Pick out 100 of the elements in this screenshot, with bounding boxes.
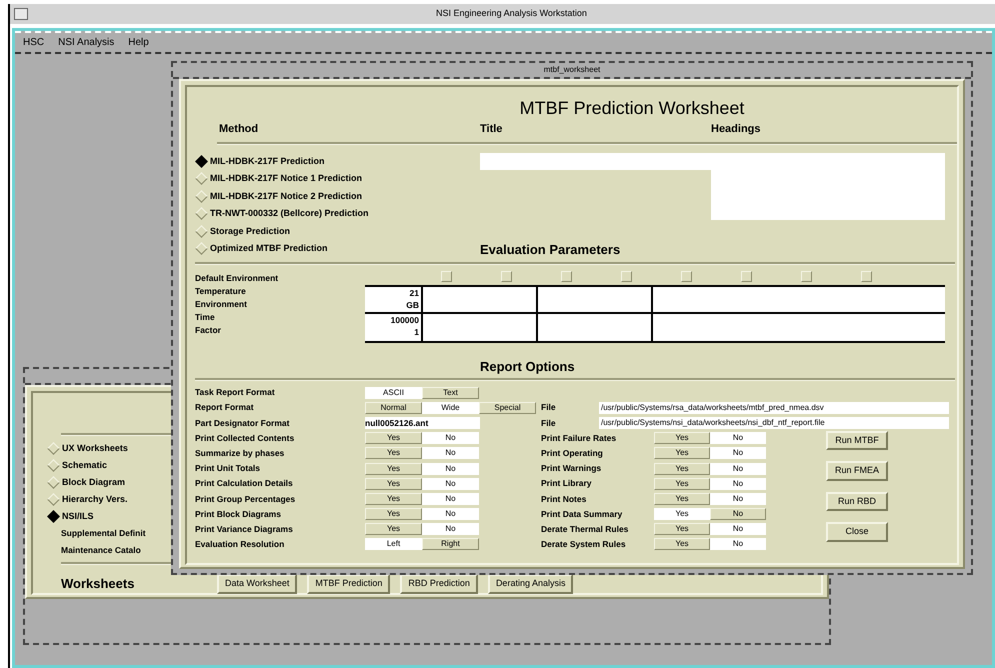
toggle-button[interactable]: Yes bbox=[365, 508, 422, 520]
checkbox[interactable] bbox=[561, 271, 572, 282]
parameter-label: Time bbox=[195, 311, 216, 324]
radio-label: Block Diagram bbox=[62, 476, 126, 489]
checkbox[interactable] bbox=[741, 271, 752, 282]
worksheet-button[interactable]: RBD Prediction bbox=[400, 574, 478, 594]
section-title: Report Options bbox=[480, 359, 576, 375]
option-label: Print Failure Rates bbox=[541, 432, 618, 445]
action-button[interactable]: Run FMEA bbox=[826, 461, 888, 481]
menu-item[interactable]: Help bbox=[128, 35, 149, 50]
parameter-value: 21 bbox=[408, 287, 419, 299]
radio-label: Hierarchy Vers. bbox=[62, 492, 128, 506]
checkbox[interactable] bbox=[621, 271, 632, 282]
worksheet-heading: MTBF Prediction Worksheet bbox=[518, 97, 746, 119]
toggle-button[interactable]: No bbox=[422, 462, 479, 475]
toggle-button[interactable]: Yes bbox=[654, 478, 710, 490]
note-text: Maintenance Catalo bbox=[61, 544, 141, 557]
toggle-button[interactable]: No bbox=[422, 447, 479, 460]
option-label: Print Warnings bbox=[541, 462, 602, 475]
radio-label: MIL-HDBK-217F Notice 1 Prediction bbox=[210, 172, 362, 185]
file-path-field[interactable]: /usr/public/Systems/nsi_data/worksheets/nsi_dbf_ntf_report.file bbox=[599, 416, 949, 429]
column-label: Method bbox=[218, 122, 260, 137]
option-label: Print Data Summary bbox=[541, 508, 624, 520]
parameter-value: 1 bbox=[413, 326, 419, 338]
toggle-button[interactable]: Yes bbox=[654, 447, 710, 460]
toggle-button[interactable]: No bbox=[710, 478, 766, 490]
toggle-button[interactable]: Yes bbox=[654, 432, 710, 444]
radio-label: UX Worksheets bbox=[62, 442, 128, 455]
title-field[interactable] bbox=[480, 152, 945, 170]
toggle-button[interactable]: Yes bbox=[365, 492, 422, 505]
file-path-field[interactable]: /usr/public/Systems/rsa_data/worksheets/mtbf_pred_nmea.dsv bbox=[599, 402, 949, 414]
toggle-button[interactable]: No bbox=[422, 432, 479, 444]
toggle-button[interactable]: Text bbox=[422, 386, 479, 399]
toggle-button[interactable]: ASCII bbox=[365, 386, 422, 399]
radio-label: MIL-HDBK-217F Notice 2 Prediction bbox=[210, 190, 362, 202]
toggle-button[interactable]: Normal bbox=[365, 402, 422, 414]
toggle-button[interactable]: Left bbox=[365, 538, 422, 550]
toggle-button[interactable]: No bbox=[422, 523, 479, 536]
toggle-button[interactable]: Yes bbox=[365, 523, 422, 536]
option-label: Evaluation Resolution bbox=[195, 538, 286, 551]
toggle-button[interactable]: Special bbox=[479, 402, 536, 414]
toggle-button[interactable]: Yes bbox=[654, 523, 710, 536]
toggle-button[interactable]: Yes bbox=[365, 478, 422, 490]
toggle-button[interactable]: No bbox=[422, 478, 479, 490]
option-label: Derate System Rules bbox=[541, 538, 627, 551]
toggle-button[interactable]: Yes bbox=[654, 462, 710, 475]
option-label: Task Report Format bbox=[195, 386, 276, 399]
menu-item[interactable]: HSC bbox=[23, 35, 44, 50]
toggle-button[interactable]: No bbox=[710, 492, 766, 505]
checkbox[interactable] bbox=[441, 271, 452, 282]
toggle-button[interactable]: No bbox=[710, 523, 766, 536]
worksheet-button[interactable]: Derating Analysis bbox=[488, 574, 574, 594]
checkbox[interactable] bbox=[681, 271, 692, 282]
checkbox[interactable] bbox=[801, 271, 812, 282]
toggle-button[interactable]: Yes bbox=[654, 508, 710, 520]
toggle-button[interactable]: Right bbox=[422, 538, 479, 550]
toggle-button[interactable]: Yes bbox=[365, 447, 422, 460]
radio-label: MIL-HDBK-217F Prediction bbox=[210, 154, 325, 168]
radio-label: Optimized MTBF Prediction bbox=[210, 242, 328, 255]
option-label: Print Calculation Details bbox=[195, 477, 294, 490]
toggle-button[interactable]: Wide bbox=[422, 402, 479, 414]
toggle-button[interactable]: No bbox=[710, 508, 766, 520]
option-label: Print Group Percentages bbox=[195, 492, 296, 506]
toggle-button[interactable]: No bbox=[710, 538, 766, 550]
option-label: Print Block Diagrams bbox=[195, 508, 282, 520]
toggle-button[interactable]: Yes bbox=[654, 492, 710, 505]
action-button[interactable]: Close bbox=[826, 522, 888, 542]
parameter-label: Environment bbox=[195, 298, 248, 311]
note-text: Supplemental Definit bbox=[61, 527, 146, 540]
radio-button[interactable] bbox=[47, 510, 60, 523]
radio-button[interactable] bbox=[195, 154, 208, 168]
action-button[interactable]: Run MTBF bbox=[826, 430, 888, 450]
radio-label: NSI/ILS bbox=[62, 510, 94, 523]
toggle-button[interactable]: No bbox=[710, 432, 766, 444]
option-label: Print Variance Diagrams bbox=[195, 522, 294, 536]
radio-label: Storage Prediction bbox=[210, 224, 290, 238]
worksheet-button[interactable]: Data Worksheet bbox=[217, 574, 298, 594]
toggle-button[interactable]: No bbox=[710, 447, 766, 460]
action-button[interactable]: Run RBD bbox=[826, 492, 888, 512]
toggle-button[interactable]: No bbox=[710, 462, 766, 475]
toggle-button[interactable]: No bbox=[422, 492, 479, 505]
window-title: NSI Engineering Analysis Workstation bbox=[435, 7, 588, 20]
toggle-button[interactable]: No bbox=[422, 508, 479, 520]
toggle-button[interactable]: Yes bbox=[365, 462, 422, 475]
window-menu-button[interactable] bbox=[14, 8, 28, 20]
radio-label: TR-NWT-000332 (Bellcore) Prediction bbox=[210, 207, 369, 220]
parameter-value: GB bbox=[405, 299, 419, 311]
toggle-button[interactable]: Yes bbox=[365, 432, 422, 444]
menu-item[interactable]: NSI Analysis bbox=[58, 35, 114, 50]
option-label: Summarize by phases bbox=[195, 446, 286, 460]
option-label: Print Library bbox=[541, 477, 593, 490]
toggle-button[interactable]: Yes bbox=[654, 538, 710, 550]
headings-field[interactable] bbox=[711, 170, 945, 220]
option-label: Print Notes bbox=[541, 492, 588, 506]
checkbox[interactable] bbox=[861, 271, 872, 282]
column-label: Headings bbox=[711, 122, 762, 137]
worksheet-button[interactable]: MTBF Prediction bbox=[307, 574, 390, 594]
checkbox[interactable] bbox=[501, 271, 512, 282]
parameter-label: Temperature bbox=[195, 285, 247, 298]
format-field[interactable]: null0052126.ant bbox=[365, 416, 480, 429]
